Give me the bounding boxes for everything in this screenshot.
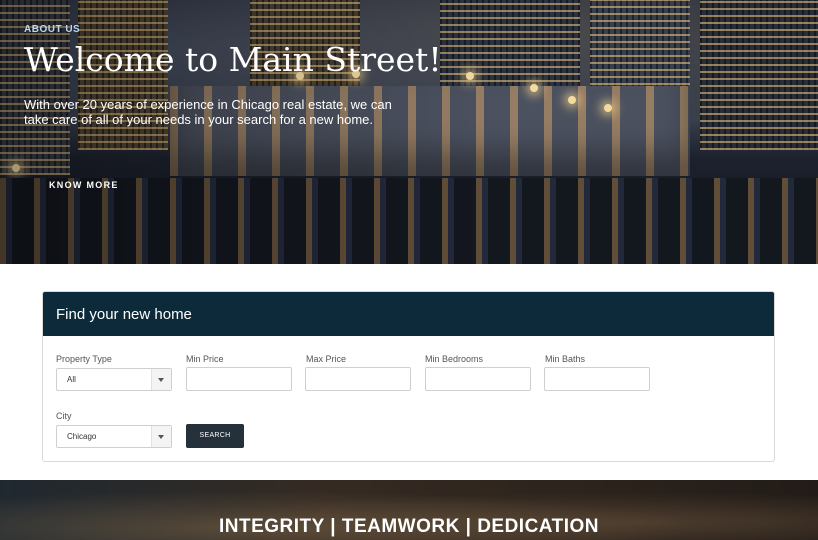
chevron-down-icon xyxy=(158,435,164,439)
property-type-value: All xyxy=(67,375,76,384)
property-type-select[interactable]: All xyxy=(56,368,172,391)
city-select[interactable]: Chicago xyxy=(56,425,172,448)
chevron-down-icon xyxy=(158,378,164,382)
search-button[interactable]: SEARCH xyxy=(186,424,244,448)
hero-description: With over 20 years of experience in Chic… xyxy=(24,97,392,127)
hero-section: ABOUT US Welcome to Main Street! With ov… xyxy=(0,0,818,264)
min-price-label: Min Price xyxy=(186,354,224,364)
max-price-input[interactable] xyxy=(305,367,411,391)
min-bedrooms-input[interactable] xyxy=(425,367,531,391)
city-label: City xyxy=(56,411,72,421)
home-search-card: Find your new home Property Type All Min… xyxy=(42,291,775,462)
hero-eyebrow: ABOUT US xyxy=(24,24,81,35)
values-banner: INTEGRITY | TEAMWORK | DEDICATION xyxy=(0,480,818,540)
min-baths-label: Min Baths xyxy=(545,354,586,364)
search-card-title: Find your new home xyxy=(56,306,192,323)
search-card-header: Find your new home xyxy=(43,292,774,336)
hero-title: Welcome to Main Street! xyxy=(24,40,442,79)
min-bedrooms-label: Min Bedrooms xyxy=(425,354,484,364)
dropdown-toggle[interactable] xyxy=(151,426,171,447)
know-more-link[interactable]: KNOW MORE xyxy=(49,180,119,190)
values-banner-text: INTEGRITY | TEAMWORK | DEDICATION xyxy=(218,516,600,537)
max-price-label: Max Price xyxy=(306,354,347,364)
property-type-label: Property Type xyxy=(56,354,112,364)
dropdown-toggle[interactable] xyxy=(151,369,171,390)
min-price-input[interactable] xyxy=(186,367,292,391)
city-value: Chicago xyxy=(67,432,97,441)
min-baths-input[interactable] xyxy=(544,367,650,391)
